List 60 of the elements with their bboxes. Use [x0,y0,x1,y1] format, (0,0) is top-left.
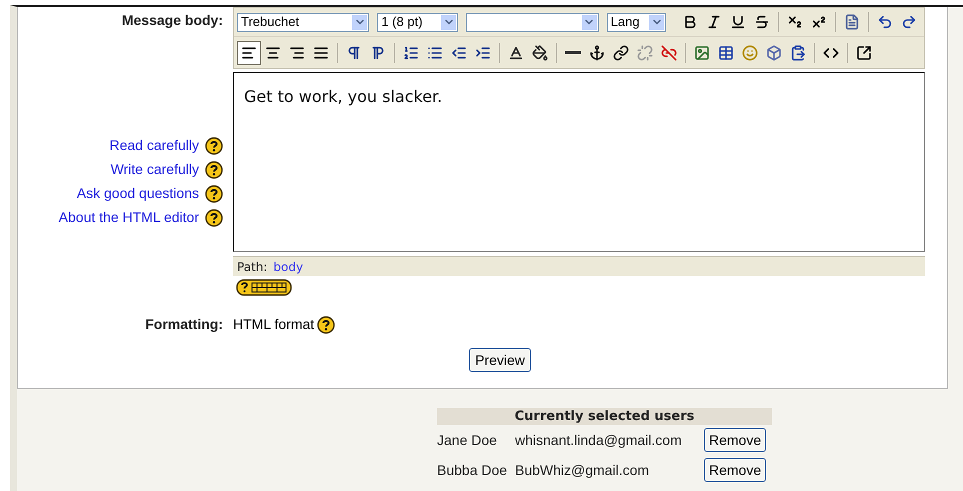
pilcrow-icon [370,44,386,60]
dropdown[interactable]: 1 (8 pt) [377,12,458,32]
dropdown[interactable]: Lang [606,12,666,32]
anchor-icon [589,44,605,60]
field-label: Formatting: [145,315,223,334]
paste-icon [790,44,806,60]
cube-icon [766,44,782,60]
indent-icon [475,44,491,60]
help-icon[interactable] [205,184,223,202]
table-header: Currently selected users [437,408,772,425]
help-link[interactable]: Ask good questions [76,183,199,204]
superscript-icon [811,14,827,30]
table-icon [718,44,734,60]
user-email: whisnant.linda@gmail.com [515,430,683,450]
preview-button[interactable]: Preview [469,348,531,372]
strikethrough-icon [754,14,770,30]
path-label: Path: [237,258,268,276]
bullet-list-icon [427,44,443,60]
numbered-list-icon [403,44,419,60]
italic-icon [706,14,722,30]
align-center-icon [265,44,281,60]
dropdown[interactable] [466,12,599,32]
pilcrow-icon [346,44,362,60]
undo-icon [877,14,893,30]
unlink-icon [637,44,653,60]
help-link[interactable]: Write carefully [110,159,199,180]
image-icon [694,44,710,60]
link-off-icon [661,44,677,60]
help-icon[interactable] [317,316,336,334]
help-icon[interactable] [205,160,223,178]
help-link[interactable]: Read carefully [110,135,199,156]
paint-bucket-icon [532,44,548,60]
help-link[interactable]: About the HTML editor [58,207,199,228]
text-color-icon [508,44,524,60]
align-justify-icon [313,44,329,60]
remove-button[interactable]: Remove [704,458,766,482]
align-left-button[interactable] [237,40,261,64]
field-label: Message body: [122,11,223,30]
align-left-icon [241,44,257,60]
bold-icon [682,14,698,30]
fullscreen-icon [856,44,872,60]
underline-icon [730,14,746,30]
help-icon[interactable] [205,208,223,226]
align-right-icon [289,44,305,60]
remove-button[interactable]: Remove [704,428,766,452]
format-value: HTML format [233,315,314,334]
user-email: BubWhiz@gmail.com [515,460,650,480]
path-link[interactable]: body [273,258,304,276]
document-icon [844,14,860,30]
user-name: Bubba Doe [437,460,508,480]
editor-text-area[interactable]: Get to work, you slacker. [233,72,925,252]
help-icon[interactable] [205,136,223,154]
link-icon [613,44,629,60]
user-name: Jane Doe [437,430,498,450]
keyboard-help-icon[interactable] [236,279,292,296]
dropdown[interactable]: Trebuchet [237,12,370,32]
outdent-icon [451,44,467,60]
redo-icon [901,14,917,30]
subscript-icon [787,14,803,30]
smiley-icon [742,44,758,60]
